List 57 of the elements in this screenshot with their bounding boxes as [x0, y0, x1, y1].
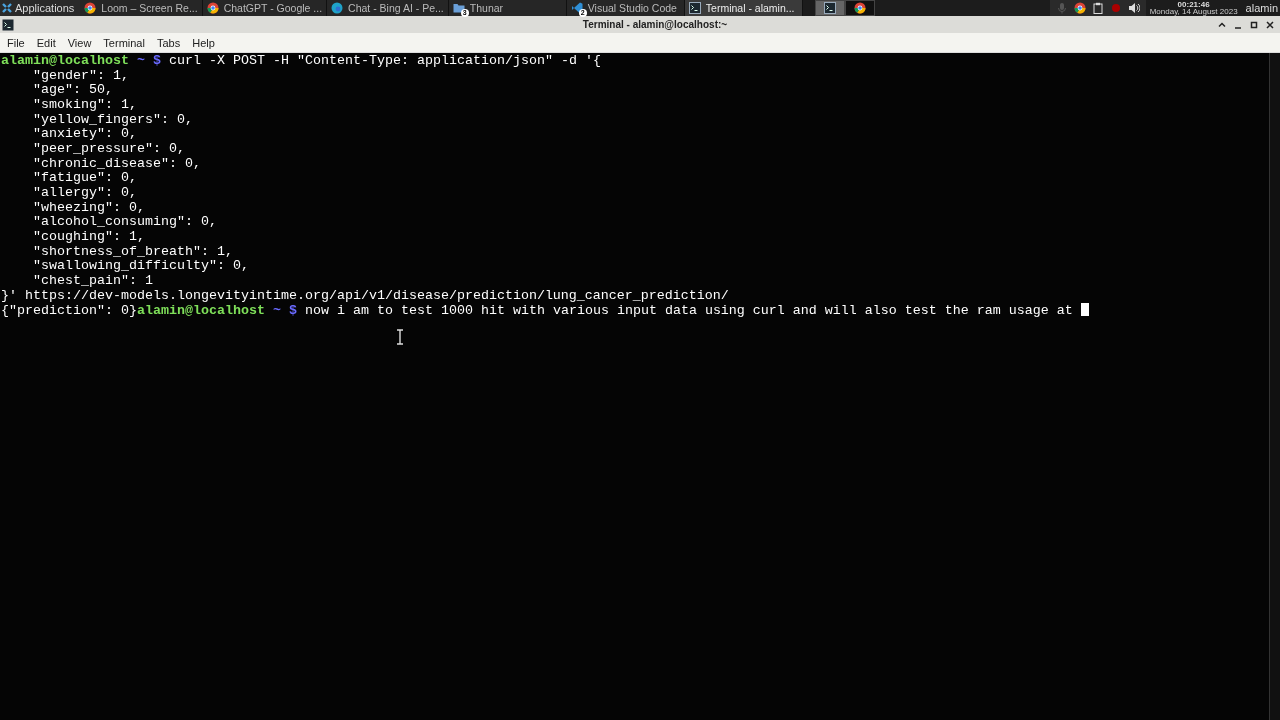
menu-item[interactable]: Terminal — [97, 34, 151, 51]
menu-item[interactable]: File — [1, 34, 31, 51]
terminal-text: "peer_pressure": 0, — [32, 140, 185, 156]
terminal-text: "fatigue": 0, — [32, 170, 137, 186]
prompt-path: ~ $ — [137, 53, 161, 68]
volume-icon[interactable] — [1127, 2, 1140, 14]
terminal-text: "shortness_of_breath": 1, — [32, 243, 233, 259]
prompt-user: alamin@localhost — [137, 303, 265, 319]
terminal-text: "gender": 1, — [32, 67, 129, 83]
terminal-text: "alcohol_consuming": 0, — [32, 214, 217, 230]
terminal-text: "smoking": 1, — [32, 96, 137, 112]
taskbar-task[interactable]: ChatGPT - Google ... — [202, 0, 328, 16]
browser-icon[interactable] — [1073, 2, 1086, 14]
menu-item[interactable]: Tabs — [150, 34, 187, 51]
taskbar-task[interactable]: Chat - Bing AI - Pe... — [327, 0, 449, 16]
clock-time: 00:21:46 — [1177, 1, 1210, 8]
menu-item[interactable]: Edit — [30, 34, 62, 51]
taskbar-task[interactable]: Loom – Screen Re... — [80, 0, 203, 16]
workspace-button[interactable] — [844, 0, 875, 16]
text-cursor — [1080, 303, 1089, 317]
browser-icon — [853, 2, 866, 14]
terminal-text: "allergy": 0, — [32, 184, 137, 200]
code-icon — [570, 2, 583, 14]
taskbar-task[interactable]: Terminal - alamin... — [684, 0, 803, 16]
terminal-text: now i am to test 1000 hit with various input data using curl and will also test the ram usage at — [304, 303, 1073, 319]
clipboard-icon[interactable] — [1091, 2, 1104, 14]
terminal-text: "chest_pain": 1 — [32, 272, 153, 288]
folder-icon — [452, 2, 465, 14]
terminal-text: }' https://dev-models.longevityintime.org/api/v1/disease/prediction/lung_cancer_prediction/ — [1, 287, 729, 303]
terminal-text: curl -X POST -H "Content-Type: application/json" -d '{ — [169, 53, 601, 68]
terminal-text: {"prediction": 0} — [1, 303, 137, 319]
applications-menu[interactable]: Applications — [0, 0, 81, 16]
mouse-pointer-icon — [396, 329, 404, 345]
browser-icon — [206, 2, 219, 14]
prompt-path: ~ $ — [272, 303, 297, 319]
terminal-text: "anxiety": 0, — [32, 126, 137, 142]
menu-item[interactable]: View — [61, 34, 98, 51]
terminal-icon — [688, 2, 701, 14]
workspace-button[interactable] — [814, 0, 845, 16]
window-title: Terminal - alamin@localhost:~ — [581, 19, 729, 30]
close-icon[interactable] — [1264, 18, 1276, 31]
clock-date: Monday, 14 August 2023 — [1149, 8, 1238, 15]
terminal-icon — [2, 18, 14, 31]
terminal-icon — [823, 2, 836, 14]
menu-item[interactable]: Help — [186, 34, 221, 51]
browser-icon — [331, 2, 344, 14]
logo-icon — [1, 2, 13, 14]
user-menu[interactable]: alamin — [1241, 0, 1280, 16]
scrollbar[interactable] — [1269, 53, 1280, 720]
terminal-text: "age": 50, — [32, 82, 113, 98]
terminal-text: "chronic_disease": 0, — [32, 155, 201, 171]
terminal-text: "yellow_fingers": 0, — [32, 111, 193, 127]
terminal-text: "coughing": 1, — [32, 228, 145, 244]
browser-icon — [84, 2, 97, 14]
terminal-text: "swallowing_difficulty": 0, — [32, 258, 249, 274]
terminal-text: "wheezing": 0, — [32, 199, 145, 215]
prompt-user: alamin@localhost — [1, 53, 129, 68]
